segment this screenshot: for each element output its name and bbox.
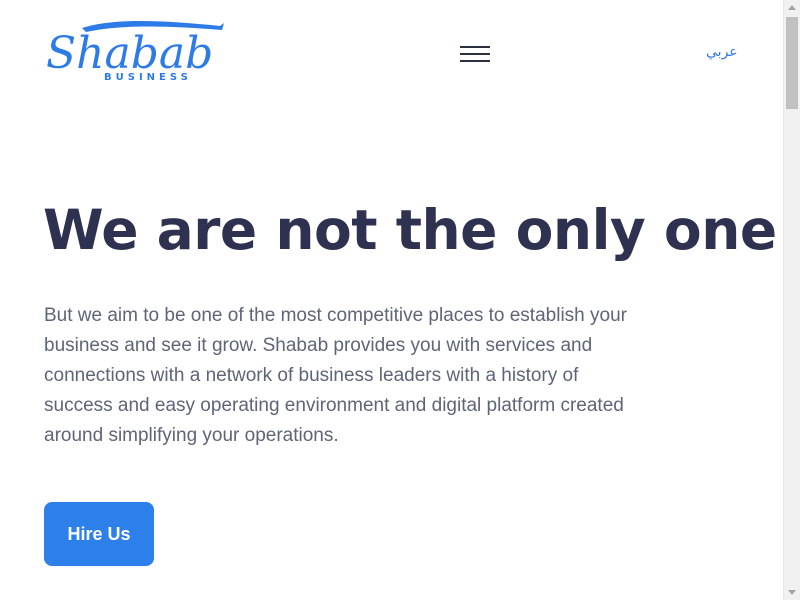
hero-title: We are not the only one (43, 198, 777, 262)
hamburger-icon-line (460, 53, 490, 55)
hamburger-icon-line (460, 60, 490, 62)
shabab-business-logo[interactable]: Shabab BUSINESS (42, 14, 228, 84)
scroll-up-arrow-icon[interactable] (788, 5, 796, 10)
scroll-thumb[interactable] (786, 17, 798, 109)
hamburger-icon-line (460, 46, 490, 48)
logo-subtext: BUSINESS (104, 72, 192, 83)
language-switch-link[interactable]: عربي (706, 44, 738, 60)
hire-us-button[interactable]: Hire Us (44, 502, 154, 566)
logo-graphic: Shabab BUSINESS (46, 21, 224, 83)
page: Shabab BUSINESS عربي We are not the only… (0, 0, 800, 600)
vertical-scrollbar[interactable] (783, 0, 800, 600)
scroll-down-arrow-icon[interactable] (788, 590, 796, 595)
hamburger-menu-button[interactable] (458, 44, 492, 64)
hero-description: But we aim to be one of the most competi… (44, 305, 627, 446)
